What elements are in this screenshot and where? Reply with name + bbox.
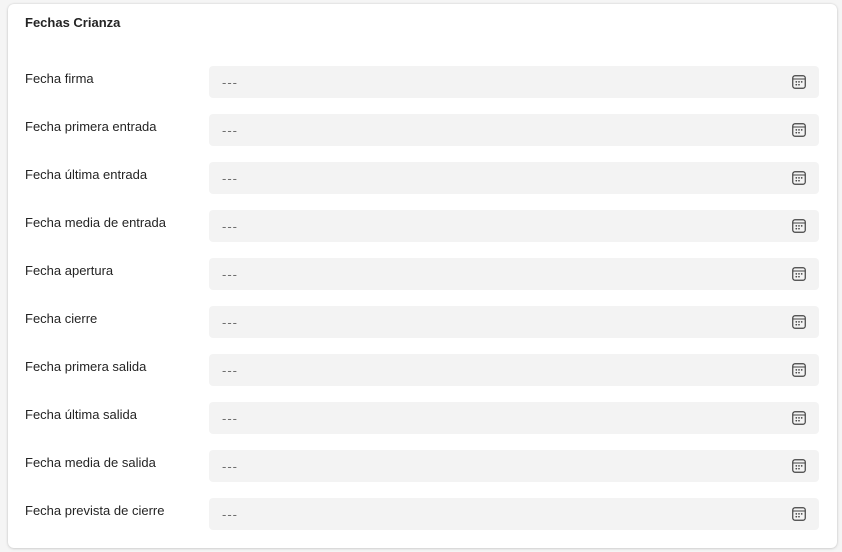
field-row-fecha-apertura: Fecha apertura --- <box>8 258 837 306</box>
field-row-fecha-media-de-entrada: Fecha media de entrada --- <box>8 210 837 258</box>
date-value: --- <box>222 507 238 522</box>
field-row-fecha-primera-salida: Fecha primera salida --- <box>8 354 837 402</box>
field-row-fecha-cierre: Fecha cierre --- <box>8 306 837 354</box>
field-label: Fecha apertura <box>25 263 114 278</box>
fecha-media-de-entrada-date-input[interactable]: --- <box>209 210 819 242</box>
field-row-fecha-ultima-salida: Fecha última salida --- <box>8 402 837 450</box>
calendar-icon[interactable] <box>792 171 806 185</box>
field-row-fecha-ultima-entrada: Fecha última entrada --- <box>8 162 837 210</box>
calendar-icon[interactable] <box>792 363 806 377</box>
date-value: --- <box>222 411 238 426</box>
fecha-apertura-date-input[interactable]: --- <box>209 258 819 290</box>
fecha-primera-entrada-date-input[interactable]: --- <box>209 114 819 146</box>
calendar-icon[interactable] <box>792 411 806 425</box>
fecha-ultima-salida-date-input[interactable]: --- <box>209 402 819 434</box>
fechas-crianza-card: Fechas Crianza Fecha firma --- Fecha pri… <box>8 4 837 548</box>
calendar-icon[interactable] <box>792 459 806 473</box>
field-label: Fecha prevista de cierre <box>25 503 165 518</box>
field-row-fecha-primera-entrada: Fecha primera entrada --- <box>8 114 837 162</box>
date-value: --- <box>222 459 238 474</box>
date-value: --- <box>222 219 238 234</box>
field-row-fecha-firma: Fecha firma --- <box>8 66 837 114</box>
calendar-icon[interactable] <box>792 507 806 521</box>
field-label: Fecha media de entrada <box>25 215 166 230</box>
calendar-icon[interactable] <box>792 219 806 233</box>
calendar-icon[interactable] <box>792 123 806 137</box>
field-label: Fecha primera salida <box>25 359 147 374</box>
field-label: Fecha primera entrada <box>25 119 157 134</box>
field-label: Fecha última salida <box>25 407 137 422</box>
fecha-media-de-salida-date-input[interactable]: --- <box>209 450 819 482</box>
fecha-prevista-de-cierre-date-input[interactable]: --- <box>209 498 819 530</box>
fecha-firma-date-input[interactable]: --- <box>209 66 819 98</box>
field-label: Fecha última entrada <box>25 167 148 182</box>
fecha-primera-salida-date-input[interactable]: --- <box>209 354 819 386</box>
date-fields-list: Fecha firma --- Fecha primera entrada --… <box>8 66 837 546</box>
calendar-icon[interactable] <box>792 75 806 89</box>
field-row-fecha-prevista-de-cierre: Fecha prevista de cierre --- <box>8 498 837 546</box>
fecha-ultima-entrada-date-input[interactable]: --- <box>209 162 819 194</box>
field-label: Fecha cierre <box>25 311 98 326</box>
section-title: Fechas Crianza <box>25 15 121 30</box>
date-value: --- <box>222 315 238 330</box>
field-label: Fecha media de salida <box>25 455 156 470</box>
date-value: --- <box>222 363 238 378</box>
field-row-fecha-media-de-salida: Fecha media de salida --- <box>8 450 837 498</box>
calendar-icon[interactable] <box>792 315 806 329</box>
date-value: --- <box>222 123 238 138</box>
fecha-cierre-date-input[interactable]: --- <box>209 306 819 338</box>
date-value: --- <box>222 267 238 282</box>
calendar-icon[interactable] <box>792 267 806 281</box>
date-value: --- <box>222 171 238 186</box>
field-label: Fecha firma <box>25 71 94 86</box>
date-value: --- <box>222 75 238 90</box>
